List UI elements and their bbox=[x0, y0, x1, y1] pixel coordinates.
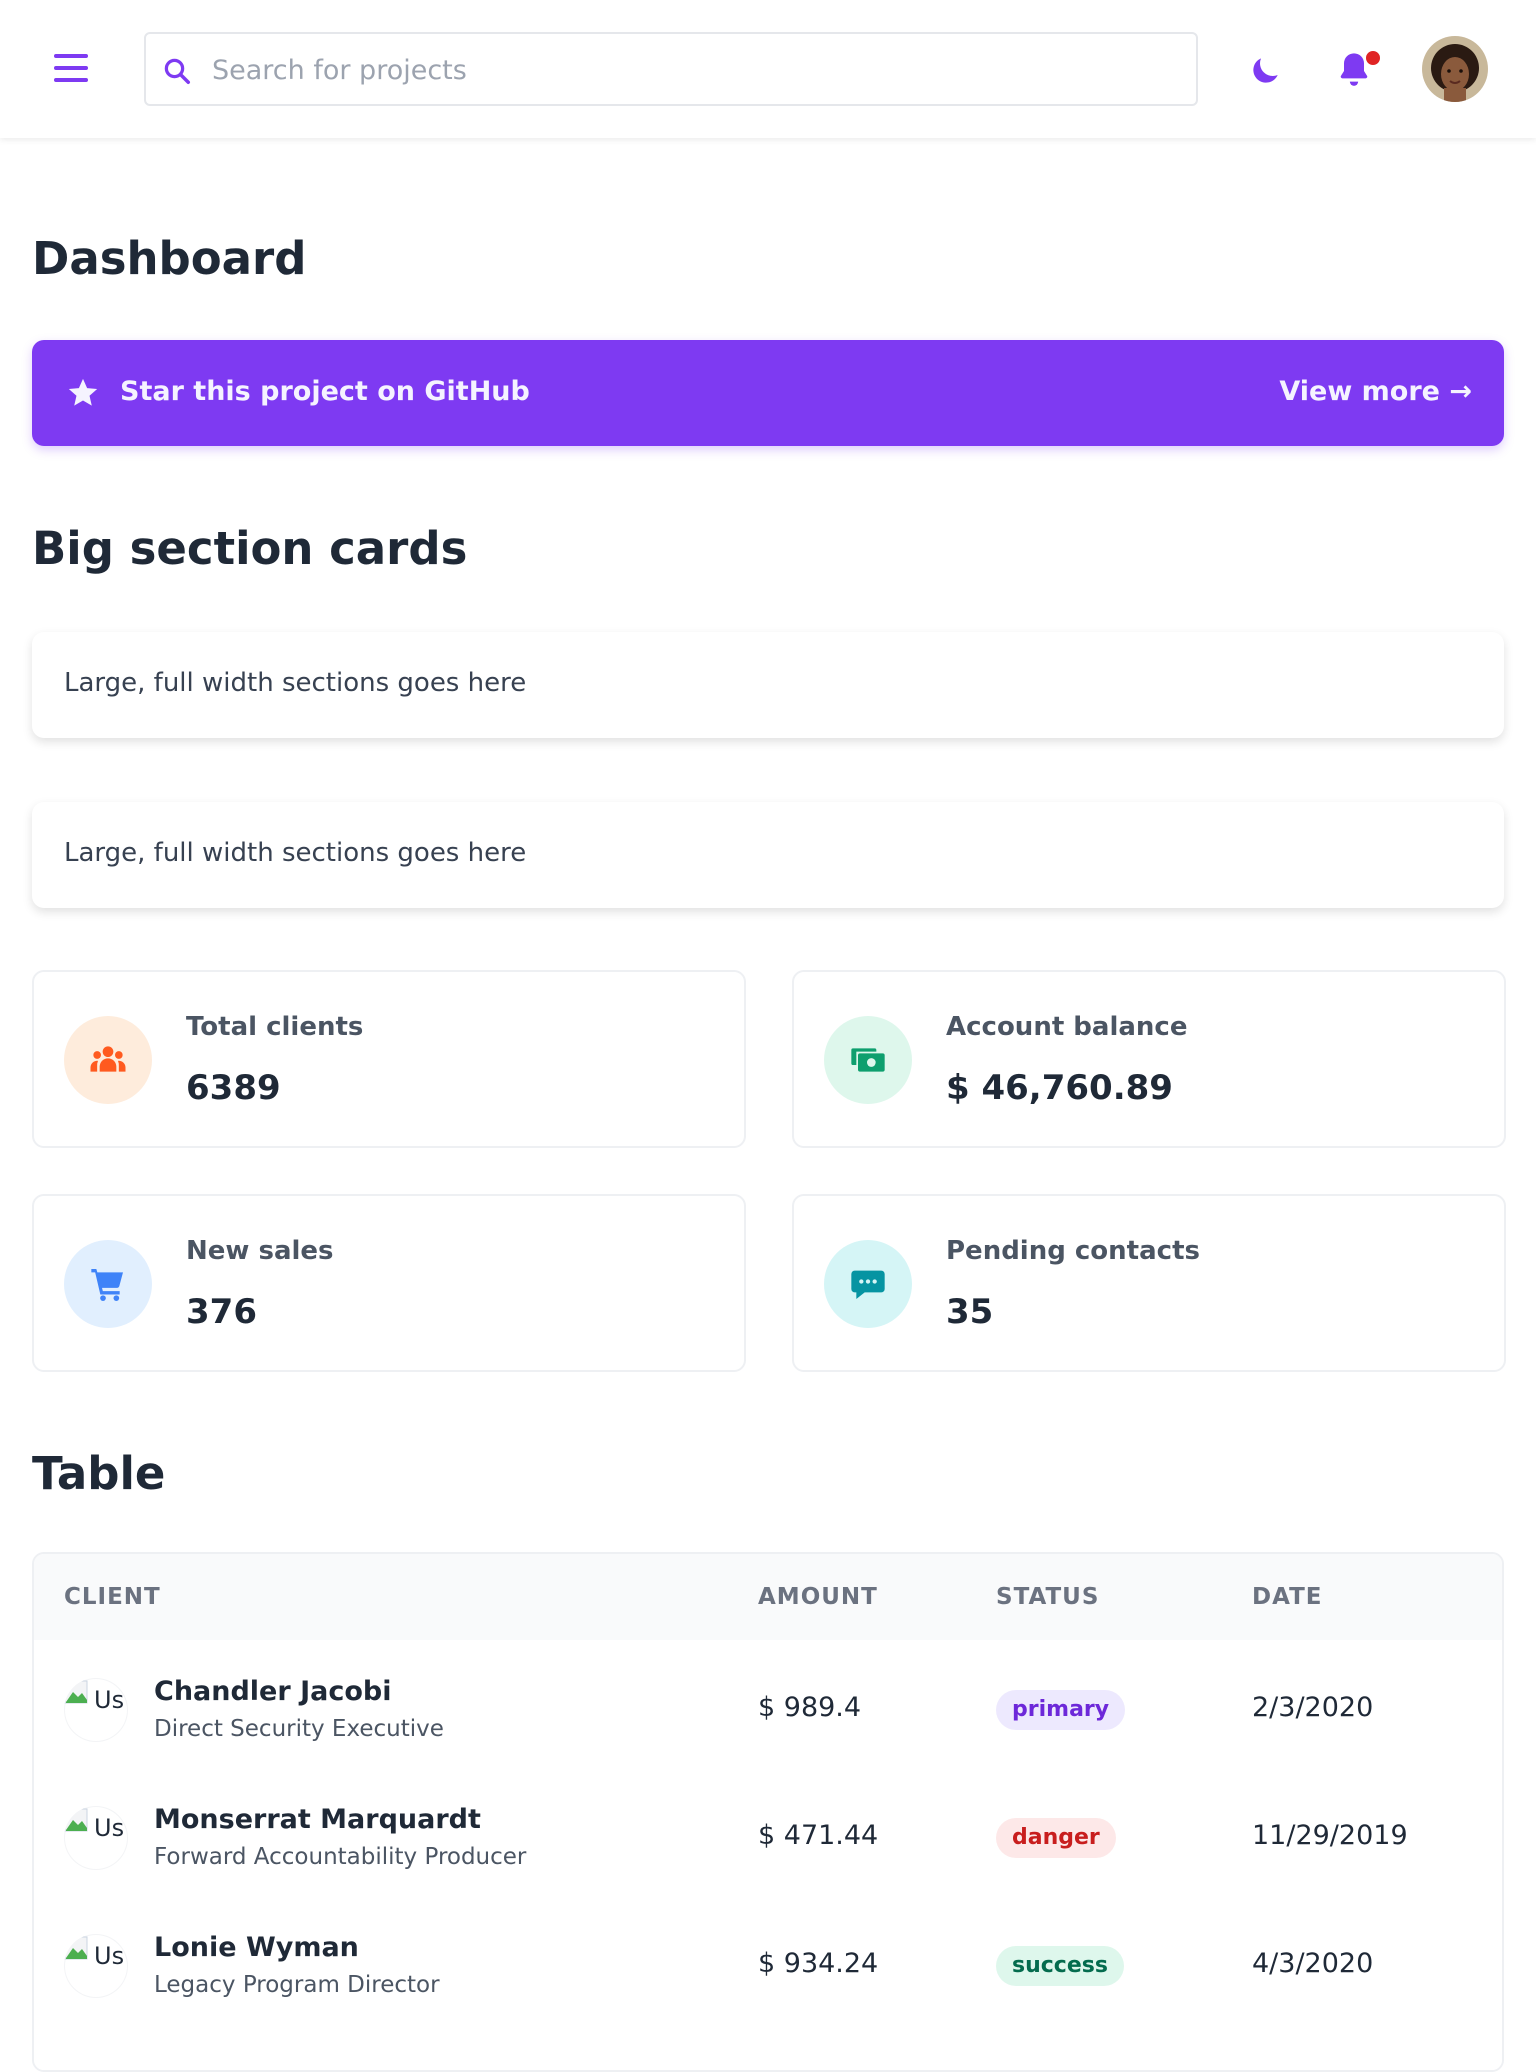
stat-card-total-clients: Total clients 6389 bbox=[32, 970, 746, 1148]
amount: $ 934.24 bbox=[758, 1948, 879, 1979]
client-name: Lonie Wyman bbox=[154, 1932, 359, 1963]
stat-card-account-balance: Account balance $ 46,760.89 bbox=[792, 970, 1506, 1148]
moon-icon[interactable] bbox=[1246, 52, 1284, 90]
clients-table: CLIENT AMOUNT STATUS DATE Us Chandler Ja… bbox=[32, 1552, 1504, 2072]
column-header-client: CLIENT bbox=[64, 1584, 161, 1610]
section-heading: Big section cards bbox=[32, 522, 468, 575]
status-badge: success bbox=[996, 1946, 1124, 1986]
avatar-alt-text: Us bbox=[94, 1942, 125, 1970]
notification-dot bbox=[1364, 49, 1382, 67]
table-row[interactable]: Us Chandler Jacobi Direct Security Execu… bbox=[34, 1640, 1502, 1770]
section-card-text: Large, full width sections goes here bbox=[64, 668, 527, 698]
table-row bbox=[34, 2024, 1502, 2070]
avatar-alt-text: Us bbox=[94, 1686, 125, 1714]
cash-icon bbox=[824, 1016, 912, 1104]
avatar: Us bbox=[64, 1806, 128, 1870]
client-title: Legacy Program Director bbox=[154, 1972, 440, 1998]
avatar: Us bbox=[64, 1934, 128, 1998]
client-name: Chandler Jacobi bbox=[154, 1676, 392, 1707]
search-input[interactable] bbox=[210, 48, 1174, 92]
stat-label: New sales bbox=[186, 1236, 334, 1266]
column-header-amount: AMOUNT bbox=[758, 1584, 878, 1610]
stat-value: 6389 bbox=[186, 1068, 281, 1108]
menu-icon[interactable] bbox=[52, 52, 90, 86]
column-header-date: DATE bbox=[1252, 1584, 1323, 1610]
client-name: Monserrat Marquardt bbox=[154, 1804, 481, 1835]
section-card: Large, full width sections goes here bbox=[32, 802, 1504, 908]
top-header bbox=[0, 0, 1536, 138]
broken-image-icon bbox=[64, 1808, 88, 1832]
status-badge: danger bbox=[996, 1818, 1116, 1858]
search-icon bbox=[164, 58, 190, 84]
section-card-text: Large, full width sections goes here bbox=[64, 838, 527, 868]
broken-image-icon bbox=[64, 1680, 88, 1704]
github-banner[interactable]: Star this project on GitHub View more → bbox=[32, 340, 1504, 446]
client-title: Direct Security Executive bbox=[154, 1716, 444, 1742]
stat-card-new-sales: New sales 376 bbox=[32, 1194, 746, 1372]
client-title: Forward Accountability Producer bbox=[154, 1844, 527, 1870]
banner-text: Star this project on GitHub bbox=[120, 376, 530, 407]
date: 2/3/2020 bbox=[1252, 1692, 1374, 1723]
cart-icon bbox=[64, 1240, 152, 1328]
stat-value: 35 bbox=[946, 1292, 994, 1332]
chat-icon bbox=[824, 1240, 912, 1328]
star-icon bbox=[68, 378, 98, 406]
stat-label: Total clients bbox=[186, 1012, 364, 1042]
broken-image-icon bbox=[64, 1936, 88, 1960]
avatar-alt-text: Us bbox=[94, 1814, 125, 1842]
stat-value: $ 46,760.89 bbox=[946, 1068, 1173, 1108]
stat-label: Pending contacts bbox=[946, 1236, 1200, 1266]
column-header-status: STATUS bbox=[996, 1584, 1100, 1610]
table-header: CLIENT AMOUNT STATUS DATE bbox=[34, 1554, 1502, 1642]
table-row[interactable]: Us Monserrat Marquardt Forward Accountab… bbox=[34, 1768, 1502, 1898]
people-icon bbox=[64, 1016, 152, 1104]
status-badge: primary bbox=[996, 1690, 1126, 1730]
search-box[interactable] bbox=[144, 32, 1198, 106]
avatar[interactable] bbox=[1422, 36, 1488, 102]
stat-label: Account balance bbox=[946, 1012, 1188, 1042]
date: 11/29/2019 bbox=[1252, 1820, 1408, 1851]
amount: $ 989.4 bbox=[758, 1692, 862, 1723]
stat-card-pending-contacts: Pending contacts 35 bbox=[792, 1194, 1506, 1372]
section-card: Large, full width sections goes here bbox=[32, 632, 1504, 738]
table-heading: Table bbox=[32, 1447, 166, 1500]
avatar: Us bbox=[64, 1678, 128, 1742]
page-title: Dashboard bbox=[32, 232, 307, 285]
table-row[interactable]: Us Lonie Wyman Legacy Program Director $… bbox=[34, 1896, 1502, 2026]
amount: $ 471.44 bbox=[758, 1820, 879, 1851]
date: 4/3/2020 bbox=[1252, 1948, 1374, 1979]
stat-value: 376 bbox=[186, 1292, 257, 1332]
view-more-link[interactable]: View more → bbox=[1279, 376, 1472, 407]
